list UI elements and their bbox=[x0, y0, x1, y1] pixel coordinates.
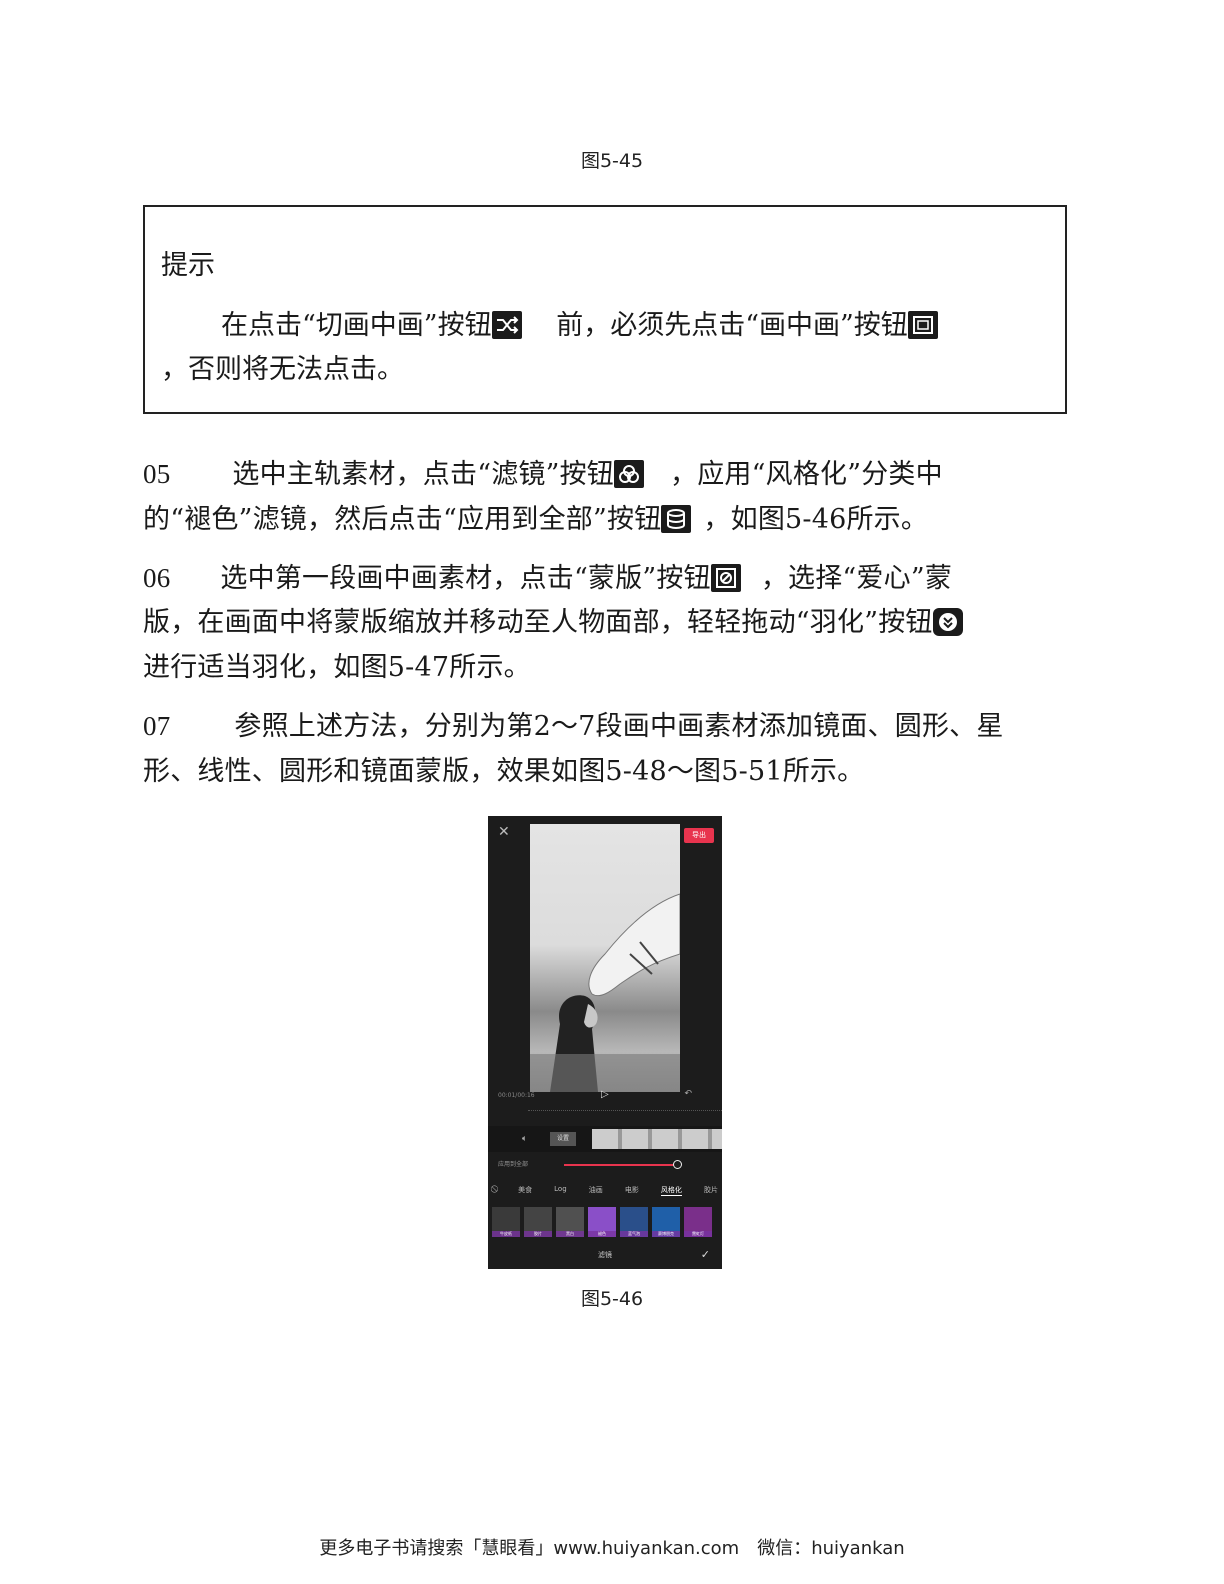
time-readout: 00:01/00:16 bbox=[498, 1092, 535, 1099]
filter-thumb-selected[interactable]: 褪色 bbox=[588, 1207, 616, 1237]
confirm-check-icon[interactable]: ✓ bbox=[701, 1248, 710, 1261]
tip-text-b: 前，必须先点击“画中画”按钮 bbox=[556, 310, 908, 341]
slider-knob[interactable] bbox=[673, 1160, 682, 1169]
panel-title: 滤镜 bbox=[598, 1251, 612, 1259]
filter-categories: ⃠ 美食 Log 油画 电影 风格化 胶片 bbox=[496, 1185, 718, 1196]
step-text: ，如图5-46所示。 bbox=[703, 504, 929, 535]
figure-caption-bottom: 图5-46 bbox=[580, 1288, 644, 1310]
tip-text-a: 在点击“切画中画”按钮 bbox=[221, 310, 492, 341]
switch-pip-icon bbox=[491, 311, 522, 339]
step-number: 07 bbox=[143, 711, 171, 741]
step-text: 选中主轨素材，点击“滤镜”按钮 bbox=[232, 459, 615, 490]
step-06-line-1: 06 选中第一段画中画素材，点击“蒙版”按钮 ，选择“爱心”蒙 bbox=[143, 556, 952, 595]
filter-icon bbox=[614, 460, 645, 488]
step-text: ，应用“风格化”分类中 bbox=[670, 459, 943, 490]
tip-line-2: ，否则将无法点击。 bbox=[161, 354, 404, 385]
category-tab[interactable]: 美食 bbox=[518, 1185, 532, 1196]
tip-line-1: 在点击“切画中画”按钮 前，必须先点击“画中画”按钮 bbox=[221, 303, 938, 342]
filter-thumb[interactable]: 赛博朋克 bbox=[652, 1207, 680, 1237]
filter-thumb[interactable]: 黑白 bbox=[556, 1207, 584, 1237]
footer-text: 更多电子书请搜索「慧眼看」www.huiyankan.com 微信：huiyan… bbox=[319, 1538, 905, 1559]
step-06-line-2: 版，在画面中将蒙版缩放并移动至人物面部，轻轻拖动“羽化”按钮 bbox=[143, 600, 963, 639]
step-07-line-1: 07 参照上述方法，分别为第2～7段画中画素材添加镜面、圆形、星 bbox=[143, 704, 1004, 743]
step-05-line-2: 的“褪色”滤镜，然后点击“应用到全部”按钮 ，如图5-46所示。 bbox=[143, 497, 928, 536]
step-06-line-3: 进行适当羽化，如图5-47所示。 bbox=[143, 652, 531, 683]
feather-icon bbox=[932, 608, 963, 636]
mask-icon bbox=[710, 564, 741, 592]
cover-button[interactable]: 设置 bbox=[550, 1132, 576, 1146]
category-tab[interactable]: Log bbox=[554, 1185, 567, 1196]
filter-thumb[interactable]: 牛皮纸 bbox=[492, 1207, 520, 1237]
close-icon[interactable]: ✕ bbox=[498, 824, 510, 840]
step-text: ，选择“爱心”蒙 bbox=[760, 563, 953, 594]
figure-caption-top: 图5-45 bbox=[580, 150, 644, 172]
preview-photo bbox=[530, 824, 681, 1092]
step-text: 选中第一段画中画素材，点击“蒙版”按钮 bbox=[220, 563, 711, 594]
step-number: 05 bbox=[143, 459, 171, 489]
filter-thumb[interactable]: 胶片 bbox=[524, 1207, 552, 1237]
tip-title: 提示 bbox=[161, 250, 215, 281]
filter-thumbnails: 牛皮纸 胶片 黑白 褪色 蓝气泡 赛博朋克 霓虹灯 bbox=[492, 1207, 712, 1237]
volume-icon[interactable]: 🔈︎ bbox=[522, 1134, 527, 1144]
category-tab[interactable]: 胶片 bbox=[704, 1185, 718, 1196]
horse-and-woman-image bbox=[530, 893, 681, 1092]
filter-thumb[interactable]: 霓虹灯 bbox=[684, 1207, 712, 1237]
timeline-ruler bbox=[528, 1110, 722, 1117]
tip-box: 提示 在点击“切画中画”按钮 前，必须先点击“画中画”按钮 ，否则将无法点击。 bbox=[143, 205, 1067, 414]
step-number: 06 bbox=[143, 563, 171, 593]
step-05-line-1: 05 选中主轨素材，点击“滤镜”按钮 ，应用“风格化”分类中 bbox=[143, 452, 943, 491]
apply-all-label[interactable]: 应用到全部 bbox=[498, 1159, 528, 1168]
category-tab-active[interactable]: 风格化 bbox=[660, 1185, 682, 1196]
category-tab[interactable]: 油画 bbox=[589, 1185, 603, 1196]
undo-icon[interactable]: ↶ bbox=[684, 1089, 692, 1099]
step-text: 参照上述方法，分别为第2～7段画中画素材添加镜面、圆形、星 bbox=[234, 711, 1004, 742]
play-icon[interactable]: ▷ bbox=[601, 1089, 609, 1100]
phone-screenshot: ✕ 导出 00:01/00:16 ▷ ↶ 🔈︎ 设置 应用到全部 ⃠ 美食 Lo… bbox=[488, 816, 722, 1269]
category-tab[interactable]: 电影 bbox=[625, 1185, 639, 1196]
step-text: 的“褪色”滤镜，然后点击“应用到全部”按钮 bbox=[143, 504, 662, 535]
step-text: 版，在画面中将蒙版缩放并移动至人物面部，轻轻拖动“羽化”按钮 bbox=[143, 607, 933, 638]
export-button[interactable]: 导出 bbox=[684, 828, 714, 843]
apply-all-icon bbox=[661, 505, 692, 533]
intensity-slider[interactable] bbox=[564, 1164, 676, 1166]
step-07-line-2: 形、线性、圆形和镜面蒙版，效果如图5-48～图5-51所示。 bbox=[143, 756, 865, 787]
main-clip-strip[interactable] bbox=[592, 1129, 722, 1149]
filter-thumb[interactable]: 蓝气泡 bbox=[620, 1207, 648, 1237]
pip-icon bbox=[907, 311, 938, 339]
